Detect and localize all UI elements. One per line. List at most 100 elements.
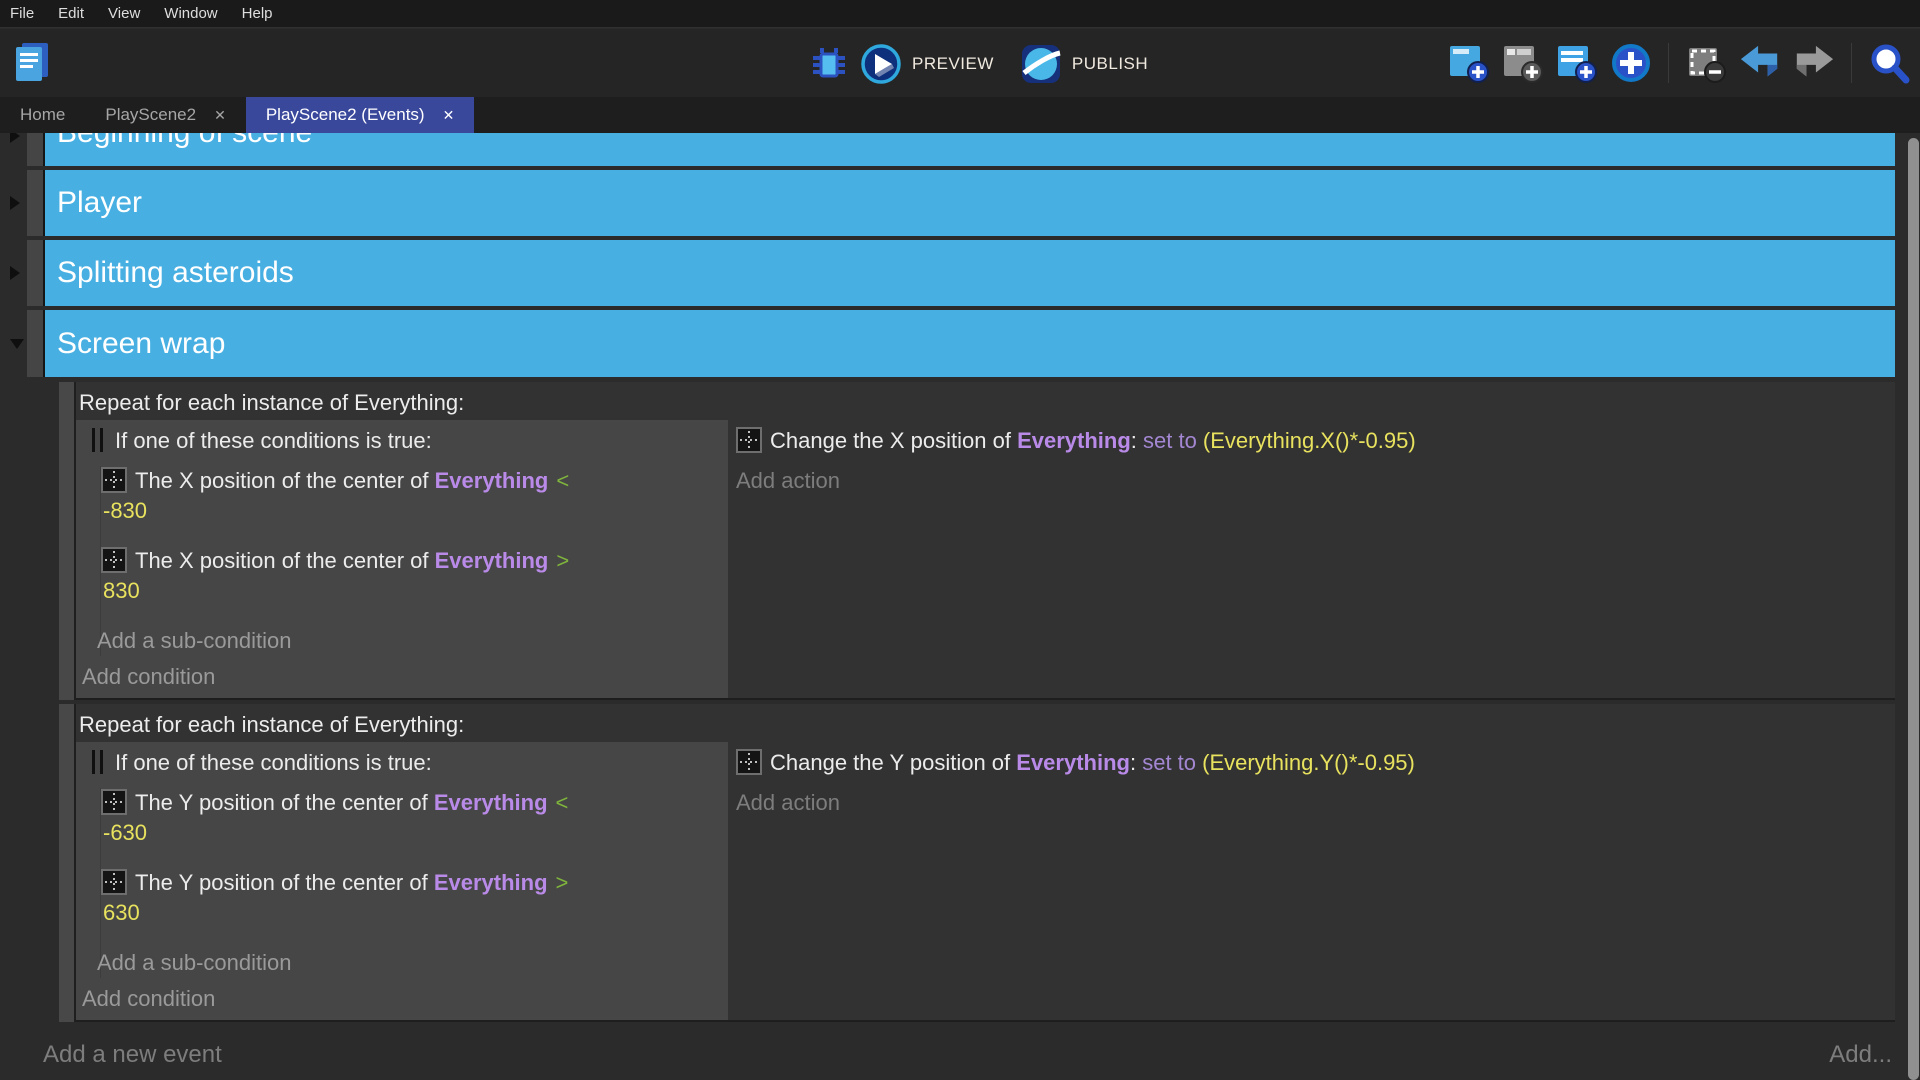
comparison-operator: > xyxy=(556,870,569,895)
action-text: Change the Y position of xyxy=(770,750,1016,775)
add-new-event-link[interactable]: Add a new event xyxy=(43,1041,222,1069)
menu-help[interactable]: Help xyxy=(230,0,285,28)
event-group-player[interactable]: Player xyxy=(27,170,1895,236)
search-icon[interactable] xyxy=(1868,42,1910,84)
event-handle[interactable] xyxy=(59,382,76,700)
tab-playscene2-events[interactable]: PlayScene2 (Events) ✕ xyxy=(246,97,474,133)
repeat-event-y[interactable]: Repeat for each instance of Everything: … xyxy=(59,704,1895,1022)
action-colon: : xyxy=(1131,428,1143,453)
tab-label: PlayScene2 xyxy=(105,105,196,125)
redo-icon[interactable] xyxy=(1793,42,1835,84)
chevron-right-icon[interactable] xyxy=(10,196,20,210)
action-row[interactable]: Change the X position of Everything: set… xyxy=(736,426,1895,456)
conditions-panel: If one of these conditions is true: The … xyxy=(76,420,728,698)
close-icon[interactable]: ✕ xyxy=(443,107,455,124)
event-group-screen-wrap[interactable]: Screen wrap xyxy=(27,310,1895,377)
condition-value: 630 xyxy=(103,898,720,928)
menu-window[interactable]: Window xyxy=(152,0,229,28)
add-more-link[interactable]: Add... xyxy=(1829,1041,1892,1069)
group-title: Beginning of scene xyxy=(45,133,1895,166)
group-title: Splitting asteroids xyxy=(45,240,1895,306)
action-text: Change the X position of xyxy=(770,428,1017,453)
or-condition-row[interactable]: If one of these conditions is true: xyxy=(92,748,720,778)
publish-globe-icon[interactable] xyxy=(1020,43,1062,85)
repeat-event-x[interactable]: Repeat for each instance of Everything: … xyxy=(59,382,1895,700)
position-icon xyxy=(101,467,127,493)
event-handle[interactable] xyxy=(27,133,45,166)
comparison-operator: < xyxy=(556,468,569,493)
condition-text: The Y position of the center of xyxy=(135,870,434,895)
edit-selection-icon[interactable] xyxy=(1685,42,1727,84)
add-circle-icon[interactable] xyxy=(1610,42,1652,84)
main-toolbar: PREVIEW PUBLISH xyxy=(0,29,1920,97)
add-action-link[interactable]: Add action xyxy=(736,788,1895,818)
position-icon xyxy=(101,869,127,895)
position-icon xyxy=(736,427,762,453)
event-body: Repeat for each instance of Everything: … xyxy=(76,382,1895,700)
close-icon[interactable]: ✕ xyxy=(214,107,226,124)
condition-text: The X position of the center of xyxy=(135,468,435,493)
action-expression: (Everything.Y()*-0.95) xyxy=(1202,750,1415,775)
preview-play-icon[interactable] xyxy=(860,43,902,85)
set-to-operator: set to xyxy=(1143,428,1203,453)
condition-row[interactable]: The X position of the center of Everythi… xyxy=(101,466,720,526)
add-subevent-icon[interactable] xyxy=(1502,42,1544,84)
undo-icon[interactable] xyxy=(1739,42,1781,84)
condition-text: The X position of the center of xyxy=(135,548,435,573)
add-sub-condition-link[interactable]: Add a sub-condition xyxy=(97,948,720,978)
publish-button[interactable]: PUBLISH xyxy=(1072,54,1148,74)
tab-label: Home xyxy=(20,105,65,125)
condition-row[interactable]: The X position of the center of Everythi… xyxy=(101,546,720,606)
or-conditions-icon xyxy=(92,428,103,452)
chevron-down-icon[interactable] xyxy=(10,339,24,349)
condition-text: The Y position of the center of xyxy=(135,790,434,815)
tab-label: PlayScene2 (Events) xyxy=(266,105,425,125)
tab-playscene2[interactable]: PlayScene2 ✕ xyxy=(85,97,245,133)
event-group-splitting-asteroids[interactable]: Splitting asteroids xyxy=(27,240,1895,306)
chevron-right-icon[interactable] xyxy=(10,266,20,280)
condition-value: 830 xyxy=(103,576,720,606)
vertical-scrollbar[interactable] xyxy=(1908,138,1919,1080)
debug-icon[interactable] xyxy=(808,43,850,85)
add-comment-icon[interactable] xyxy=(1556,42,1598,84)
gdevelop-window: File Edit View Window Help xyxy=(0,0,1920,1080)
action-row[interactable]: Change the Y position of Everything: set… xyxy=(736,748,1895,778)
tab-home[interactable]: Home xyxy=(0,97,85,133)
add-condition-link[interactable]: Add condition xyxy=(82,984,720,1014)
event-body: Repeat for each instance of Everything: … xyxy=(76,704,1895,1022)
menu-view[interactable]: View xyxy=(96,0,152,28)
chevron-right-icon[interactable] xyxy=(10,133,20,143)
toolbar-separator xyxy=(1851,43,1852,83)
menu-bar: File Edit View Window Help xyxy=(0,0,1920,28)
add-sub-condition-link[interactable]: Add a sub-condition xyxy=(97,626,720,656)
preview-button[interactable]: PREVIEW xyxy=(912,54,994,74)
comparison-operator: < xyxy=(556,790,569,815)
add-event-icon[interactable] xyxy=(1448,42,1490,84)
object-name: Everything xyxy=(435,548,549,573)
event-handle[interactable] xyxy=(27,170,45,236)
condition-row[interactable]: The Y position of the center of Everythi… xyxy=(101,868,720,928)
object-name: Everything xyxy=(434,870,548,895)
action-colon: : xyxy=(1130,750,1142,775)
add-action-link[interactable]: Add action xyxy=(736,466,1895,496)
position-icon xyxy=(101,547,127,573)
event-handle[interactable] xyxy=(27,310,45,377)
group-title: Player xyxy=(45,170,1895,236)
repeat-header[interactable]: Repeat for each instance of Everything: xyxy=(76,704,1895,742)
event-handle[interactable] xyxy=(27,240,45,306)
actions-panel: Change the Y position of Everything: set… xyxy=(728,742,1895,1020)
object-name: Everything xyxy=(434,790,548,815)
conditions-panel: If one of these conditions is true: The … xyxy=(76,742,728,1020)
set-to-operator: set to xyxy=(1142,750,1202,775)
add-condition-link[interactable]: Add condition xyxy=(82,662,720,692)
events-sheet: Beginning of scene Player Splitting aste… xyxy=(0,133,1920,1080)
toolbar-separator xyxy=(1668,43,1669,83)
event-handle[interactable] xyxy=(59,704,76,1022)
or-conditions-icon xyxy=(92,750,103,774)
menu-file[interactable]: File xyxy=(0,0,46,28)
menu-edit[interactable]: Edit xyxy=(46,0,96,28)
event-group-beginning-of-scene[interactable]: Beginning of scene xyxy=(27,133,1895,166)
condition-row[interactable]: The Y position of the center of Everythi… xyxy=(101,788,720,848)
repeat-header[interactable]: Repeat for each instance of Everything: xyxy=(76,382,1895,420)
or-condition-row[interactable]: If one of these conditions is true: xyxy=(92,426,720,456)
